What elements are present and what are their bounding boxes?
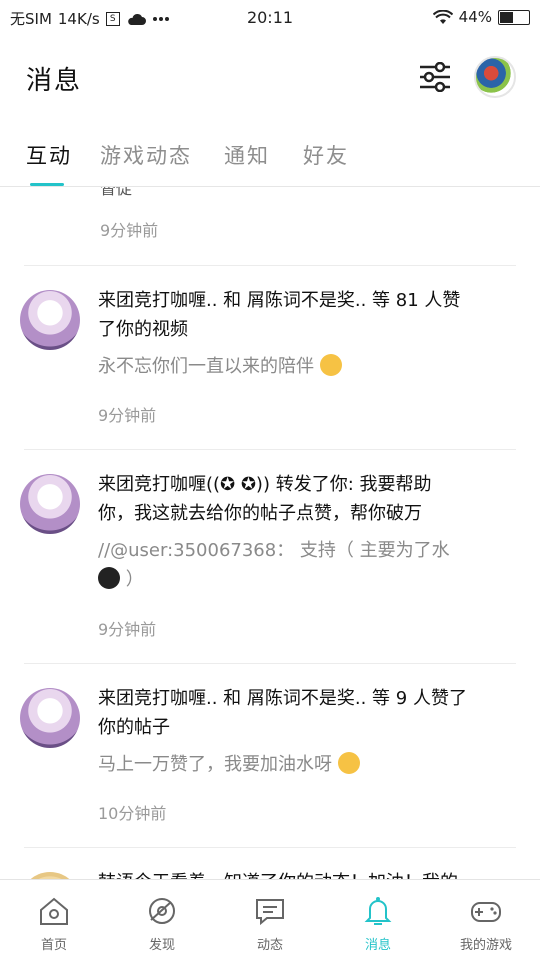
nav-my-games[interactable]: 我的游戏 xyxy=(432,880,540,961)
nav-label: 发现 xyxy=(148,938,175,953)
tab-notifications[interactable]: 通知 xyxy=(224,140,270,170)
bell-icon xyxy=(364,897,392,925)
gamepad-icon xyxy=(471,902,501,922)
message-subtext: //@user:350067368： 支持（ 主要为了水 ） xyxy=(98,536,508,594)
dark-face-emoji-icon xyxy=(98,567,120,589)
header: 消息 xyxy=(0,36,540,120)
subtext-line: 永不忘你们一直以来的陪伴 xyxy=(98,356,314,377)
nav-label: 我的游戏 xyxy=(459,938,512,953)
status-bar: 无SIM 14K/s S 20:11 44% xyxy=(0,0,540,36)
filter-settings-icon[interactable] xyxy=(418,62,452,92)
avatar[interactable] xyxy=(20,688,80,748)
avatar[interactable] xyxy=(20,872,80,879)
page-title: 消息 xyxy=(26,66,83,96)
grin-emoji-icon xyxy=(319,354,342,376)
message-time: 9分钟前 xyxy=(98,406,157,425)
message-line: 来团竞打咖喱.. 和 屑陈词不是奖.. 等 9 人赞了 xyxy=(98,688,467,709)
message-time: 9分钟前 xyxy=(98,620,157,639)
message-subtext: 永不忘你们一直以来的陪伴 xyxy=(98,352,508,381)
tab-indicator xyxy=(30,183,64,186)
nav-label: 首页 xyxy=(40,938,67,953)
feed-icon xyxy=(256,899,284,926)
avatar[interactable] xyxy=(20,474,80,534)
nav-home[interactable]: 首页 xyxy=(0,880,108,961)
nav-label: 消息 xyxy=(364,938,391,953)
nav-label: 动态 xyxy=(256,938,283,953)
tab-bar: 互动 游戏动态 通知 好友 xyxy=(0,120,540,187)
battery-percent: 44% xyxy=(458,8,492,26)
message-subtext: 马上一万赞了，我要加油水呀 xyxy=(98,750,508,779)
message-text: 来团竞打咖喱((✪ ✪)) 转发了你: 我要帮助 你，我这就去给你的帖子点赞，帮… xyxy=(98,470,498,528)
tab-interaction[interactable]: 互动 xyxy=(26,140,72,170)
home-icon xyxy=(40,897,68,925)
truncated-text: 督促 xyxy=(100,187,133,198)
tab-game-news[interactable]: 游戏动态 xyxy=(100,140,192,170)
message-time: 10分钟前 xyxy=(98,804,167,823)
message-text: 来团竞打咖喱.. 和 屑陈词不是奖.. 等 9 人赞了 你的帖子 xyxy=(98,684,498,742)
battery-icon xyxy=(498,9,530,25)
message-line: 来团竞打咖喱((✪ ✪)) 转发了你: 我要帮助 xyxy=(98,474,432,495)
subtext-line: //@user:350067368： 支持（ 主要为了水 xyxy=(98,540,450,561)
wifi-icon xyxy=(432,9,453,24)
message-line: 了你的视频 xyxy=(98,319,188,340)
nav-feed[interactable]: 动态 xyxy=(216,880,324,961)
subtext-line: 马上一万赞了，我要加油水呀 xyxy=(98,754,332,775)
status-right: 44% xyxy=(432,8,530,26)
message-line: 你的帖子 xyxy=(98,717,170,738)
list-item[interactable]: 来团竞打咖喱.. 和 屑陈词不是奖.. 等 81 人赞 了你的视频 永不忘你们一… xyxy=(0,266,540,449)
message-line: 来团竞打咖喱.. 和 屑陈词不是奖.. 等 81 人赞 xyxy=(98,290,461,311)
avatar[interactable] xyxy=(20,290,80,350)
discover-icon xyxy=(149,898,175,924)
message-list[interactable]: 督促 9分钟前 来团竞打咖喱.. 和 屑陈词不是奖.. 等 81 人赞 了你的视… xyxy=(0,187,540,879)
nav-discover[interactable]: 发现 xyxy=(108,880,216,961)
list-item[interactable]: 来团竞打咖喱((✪ ✪)) 转发了你: 我要帮助 你，我这就去给你的帖子点赞，帮… xyxy=(0,450,540,663)
message-line: 韩语今天看着，知道了你的动态！加油！我的 xyxy=(98,868,498,879)
truncated-time: 9分钟前 xyxy=(100,221,159,240)
subtext-line: ） xyxy=(125,569,144,590)
user-avatar[interactable] xyxy=(474,56,516,98)
message-text: 来团竞打咖喱.. 和 屑陈词不是奖.. 等 81 人赞 了你的视频 xyxy=(98,286,498,344)
tab-friends[interactable]: 好友 xyxy=(303,140,349,170)
smile-emoji-icon xyxy=(337,752,360,774)
message-line: 你，我这就去给你的帖子点赞，帮你破万 xyxy=(98,503,422,524)
list-item[interactable]: 来团竞打咖喱.. 和 屑陈词不是奖.. 等 9 人赞了 你的帖子 马上一万赞了，… xyxy=(0,664,540,847)
bottom-nav: 首页 发现 动态 消息 我的游戏 xyxy=(0,879,540,961)
nav-messages[interactable]: 消息 xyxy=(324,880,432,961)
list-item[interactable]: 韩语今天看着，知道了你的动态！加油！我的 xyxy=(0,848,540,879)
message-text: 韩语今天看着，知道了你的动态！加油！我的 xyxy=(98,868,498,879)
